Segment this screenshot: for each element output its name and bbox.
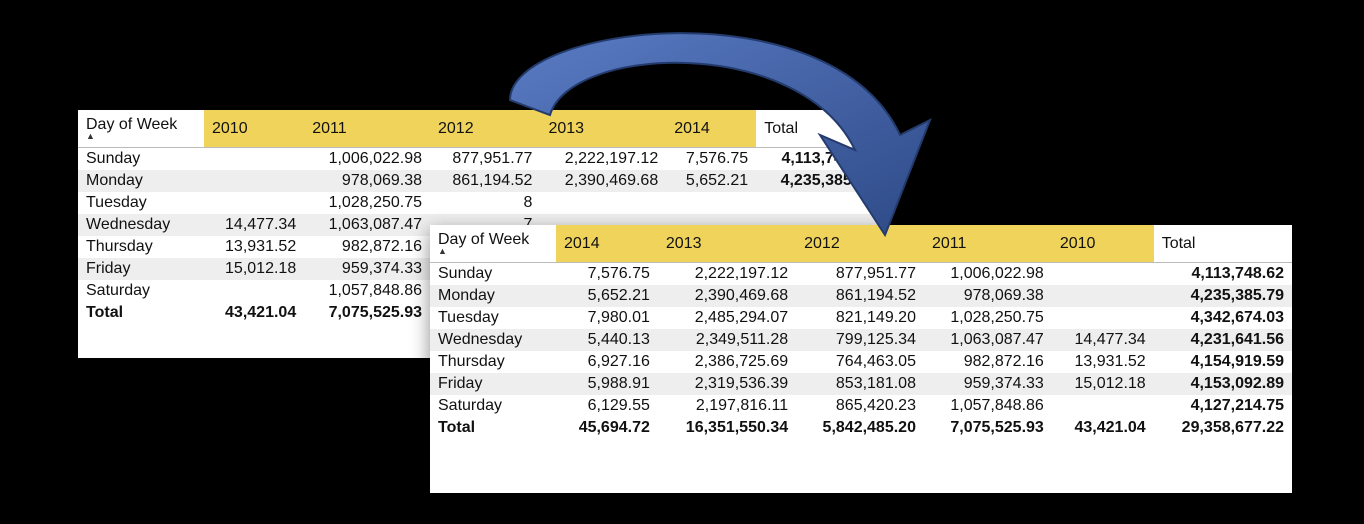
column-header-year[interactable]: 2012 (796, 225, 924, 263)
column-header-total[interactable]: Total (1154, 225, 1292, 263)
column-header-year[interactable]: 2013 (658, 225, 796, 263)
table-row: Friday5,988.912,319,536.39853,181.08959,… (430, 373, 1292, 395)
table-totals-row: Total45,694.7216,351,550.345,842,485.207… (430, 417, 1292, 439)
column-header-year[interactable]: 2010 (1052, 225, 1154, 263)
column-header-day-of-week[interactable]: Day of Week ▲ (430, 225, 556, 263)
table-row: Tuesday7,980.012,485,294.07821,149.201,0… (430, 307, 1292, 329)
matrix-table-descending: Day of Week ▲ 2014 2013 2012 2011 2010 T… (430, 225, 1292, 493)
table-row: Sunday7,576.752,222,197.12877,951.771,00… (430, 263, 1292, 286)
table-row: Monday5,652.212,390,469.68861,194.52978,… (430, 285, 1292, 307)
column-header-year[interactable]: 2013 (540, 110, 666, 148)
table-row: Tuesday1,028,250.758 (78, 192, 882, 214)
table-b: Day of Week ▲ 2014 2013 2012 2011 2010 T… (430, 225, 1292, 439)
column-header-year[interactable]: 2011 (304, 110, 430, 148)
column-header-total[interactable]: Total (756, 110, 882, 148)
table-row: Sunday1,006,022.98877,951.772,222,197.12… (78, 148, 882, 171)
column-header-year[interactable]: 2012 (430, 110, 540, 148)
table-row: Thursday6,927.162,386,725.69764,463.0598… (430, 351, 1292, 373)
column-header-day-of-week[interactable]: Day of Week ▲ (78, 110, 204, 148)
table-row: Monday978,069.38861,194.522,390,469.685,… (78, 170, 882, 192)
column-header-year[interactable]: 2014 (666, 110, 756, 148)
column-header-year[interactable]: 2014 (556, 225, 658, 263)
table-row: Wednesday5,440.132,349,511.28799,125.341… (430, 329, 1292, 351)
table-row: Saturday6,129.552,197,816.11865,420.231,… (430, 395, 1292, 417)
column-header-year[interactable]: 2011 (924, 225, 1052, 263)
column-header-year[interactable]: 2010 (204, 110, 304, 148)
